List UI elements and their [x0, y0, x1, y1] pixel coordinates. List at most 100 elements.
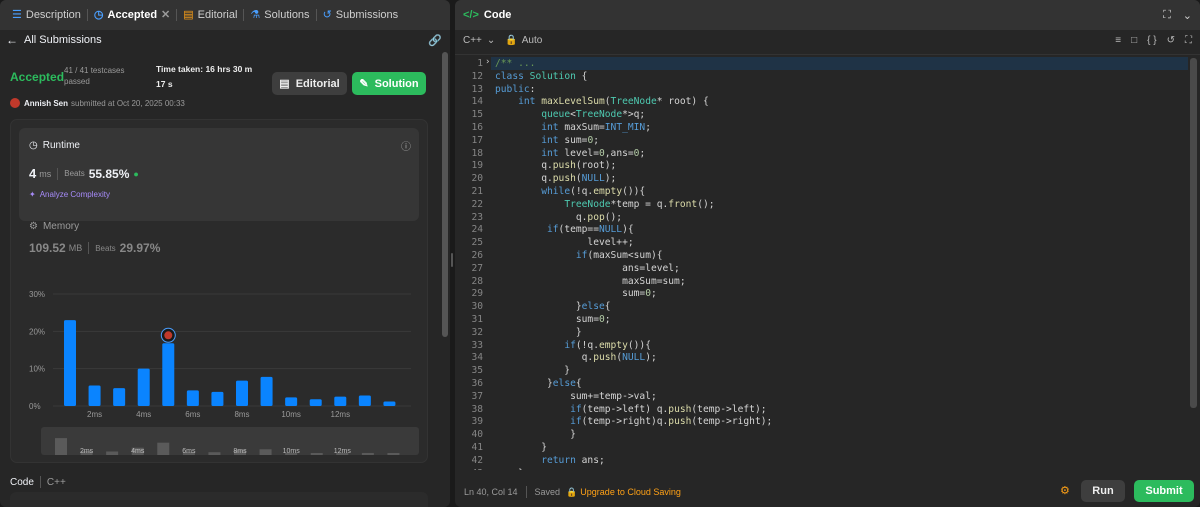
code-line[interactable]: class Solution {	[495, 71, 587, 82]
code-line[interactable]: }else{	[495, 301, 611, 312]
code-line[interactable]: }	[495, 442, 547, 453]
braces-icon[interactable]: { }	[1147, 35, 1156, 46]
resize-handle[interactable]	[451, 253, 453, 267]
line-number: 14	[471, 96, 483, 108]
code-line[interactable]: }else{	[495, 378, 582, 389]
code-line[interactable]: int maxSum=INT_MIN;	[495, 122, 651, 133]
bar[interactable]	[236, 380, 248, 406]
bar[interactable]	[285, 397, 298, 406]
submit-button[interactable]: Submit	[1134, 480, 1194, 502]
arrow-left-icon[interactable]: ←	[6, 33, 18, 47]
code-line[interactable]: while(!q.empty()){	[495, 186, 645, 197]
code-line[interactable]: if(temp->left) q.push(temp->left);	[495, 404, 766, 415]
format-icon[interactable]: ≡	[1115, 35, 1121, 46]
fold-chevron-icon[interactable]: ›	[485, 57, 490, 67]
bar[interactable]	[137, 368, 150, 406]
analyze-complexity-link[interactable]: ✦ Analyze Complexity	[29, 190, 110, 199]
code-line[interactable]: sum+=temp->val;	[495, 391, 657, 402]
code-line[interactable]: q.push(NULL);	[495, 352, 657, 363]
divider	[88, 242, 90, 254]
code-line[interactable]: int level=0,ans=0;	[495, 148, 645, 159]
bookmark-icon[interactable]: □	[1131, 35, 1137, 46]
upgrade-link[interactable]: Upgrade to Cloud Saving	[580, 487, 681, 497]
code-line[interactable]: if(!q.empty()){	[495, 340, 651, 351]
code-line[interactable]: }	[495, 468, 524, 470]
bar[interactable]	[334, 396, 347, 406]
reset-icon[interactable]: ↺	[1167, 35, 1175, 46]
link-icon[interactable]: 🔗	[428, 34, 442, 47]
code-line[interactable]: int sum=0;	[495, 135, 599, 146]
mini-bar	[361, 452, 374, 455]
range-selector[interactable]: 2ms 4ms 6ms 8ms 10ms 12ms	[41, 427, 421, 457]
bar[interactable]	[309, 399, 322, 406]
tab-description[interactable]: ☰ Description	[6, 9, 87, 21]
code-line[interactable]: sum=0;	[495, 288, 657, 299]
bar[interactable]	[88, 385, 101, 406]
code-line[interactable]: return ans;	[495, 455, 605, 466]
code-line[interactable]: TreeNode*temp = q.front();	[495, 199, 714, 210]
autosave-label[interactable]: Auto	[522, 35, 543, 46]
code-editor[interactable]: 1 /** ... 12 class Solution {13 public: 14 in…	[455, 56, 1188, 470]
code-line[interactable]: level++;	[495, 237, 633, 248]
runtime-value: 4	[29, 166, 37, 181]
code-line[interactable]: q.push(NULL);	[495, 173, 616, 184]
code-line[interactable]: sum=0;	[495, 314, 611, 325]
code-line[interactable]: int maxLevelSum(TreeNode* root) {	[495, 96, 709, 107]
tab-submissions[interactable]: ↺ Submissions	[317, 9, 405, 21]
code-line[interactable]: if(temp==NULL){	[495, 224, 634, 235]
line-number: 36	[471, 378, 483, 389]
code-line[interactable]: q.pop();	[495, 212, 622, 223]
runtime-value-row: 4 ms Beats 55.85% ●	[29, 166, 139, 181]
run-button[interactable]: Run	[1081, 480, 1125, 502]
debug-icon[interactable]: ⚙	[1060, 484, 1070, 497]
code-titlebar: </> Code ⛶ ⌄	[455, 0, 1200, 30]
left-scrollbar[interactable]	[442, 52, 448, 337]
tab-accepted[interactable]: ◷ Accepted ✕	[88, 9, 176, 21]
code-line[interactable]: }	[495, 365, 570, 376]
runtime-card[interactable]: ◷ Runtime ⓘ 4 ms Beats 55.85% ● ✦ Analyz…	[19, 128, 419, 221]
code-line[interactable]: ans=level;	[495, 263, 680, 274]
clock-icon: ◷	[93, 8, 104, 21]
language-select[interactable]: C++	[463, 35, 482, 46]
code-line[interactable]: q.push(root);	[495, 160, 616, 171]
code-line[interactable]: }	[495, 327, 582, 338]
tab-solutions[interactable]: ⚗ Solutions	[244, 9, 315, 21]
user-name[interactable]: Annish Sen	[24, 99, 68, 108]
bar[interactable]	[162, 343, 175, 406]
line-number: 33	[471, 339, 483, 351]
bar[interactable]	[186, 390, 199, 406]
bar[interactable]	[358, 395, 371, 406]
editorial-button[interactable]: ▤ Editorial	[272, 72, 347, 95]
code-line[interactable]: queue<TreeNode*>q;	[495, 109, 645, 120]
close-icon[interactable]: ✕	[161, 9, 170, 21]
code-line[interactable]: if(maxSum<sum){	[495, 250, 663, 261]
bar[interactable]	[260, 376, 273, 406]
code-line[interactable]: if(temp->right)q.push(temp->right);	[495, 416, 772, 427]
all-submissions-link[interactable]: All Submissions	[24, 34, 102, 46]
code-line[interactable]: /** ...	[495, 58, 535, 69]
x-tick-label: 8ms	[234, 410, 249, 419]
code-line[interactable]: }	[495, 429, 576, 440]
code-line[interactable]: public:	[495, 84, 535, 95]
bar[interactable]	[383, 401, 396, 406]
maximize-icon[interactable]: ⛶	[1163, 9, 1171, 22]
memory-card[interactable]: ⚙ Memory 109.52 MB Beats 29.97%	[19, 221, 419, 281]
avatar[interactable]	[10, 98, 20, 108]
solution-button[interactable]: ✎ Solution	[352, 72, 426, 95]
divider	[455, 54, 1200, 55]
settings-icon[interactable]: ⛶	[1185, 35, 1192, 46]
bar[interactable]	[211, 391, 224, 406]
info-icon[interactable]: ⓘ	[401, 138, 411, 153]
mini-bar	[106, 451, 119, 455]
line-number: 32	[471, 326, 483, 338]
bar[interactable]	[64, 320, 76, 406]
line-number: 16	[471, 122, 483, 133]
bar[interactable]	[113, 388, 126, 406]
time-taken: Time taken: 16 hrs 30 m 17 s	[156, 64, 253, 89]
code-line[interactable]: maxSum=sum;	[495, 276, 686, 287]
collapse-icon[interactable]: ⌄	[1183, 9, 1192, 22]
tab-editorial[interactable]: ▤ Editorial	[177, 9, 243, 21]
chevron-down-icon[interactable]: ⌄	[487, 35, 495, 46]
line-number: 35	[471, 365, 483, 377]
editor-scrollbar[interactable]	[1190, 58, 1197, 408]
